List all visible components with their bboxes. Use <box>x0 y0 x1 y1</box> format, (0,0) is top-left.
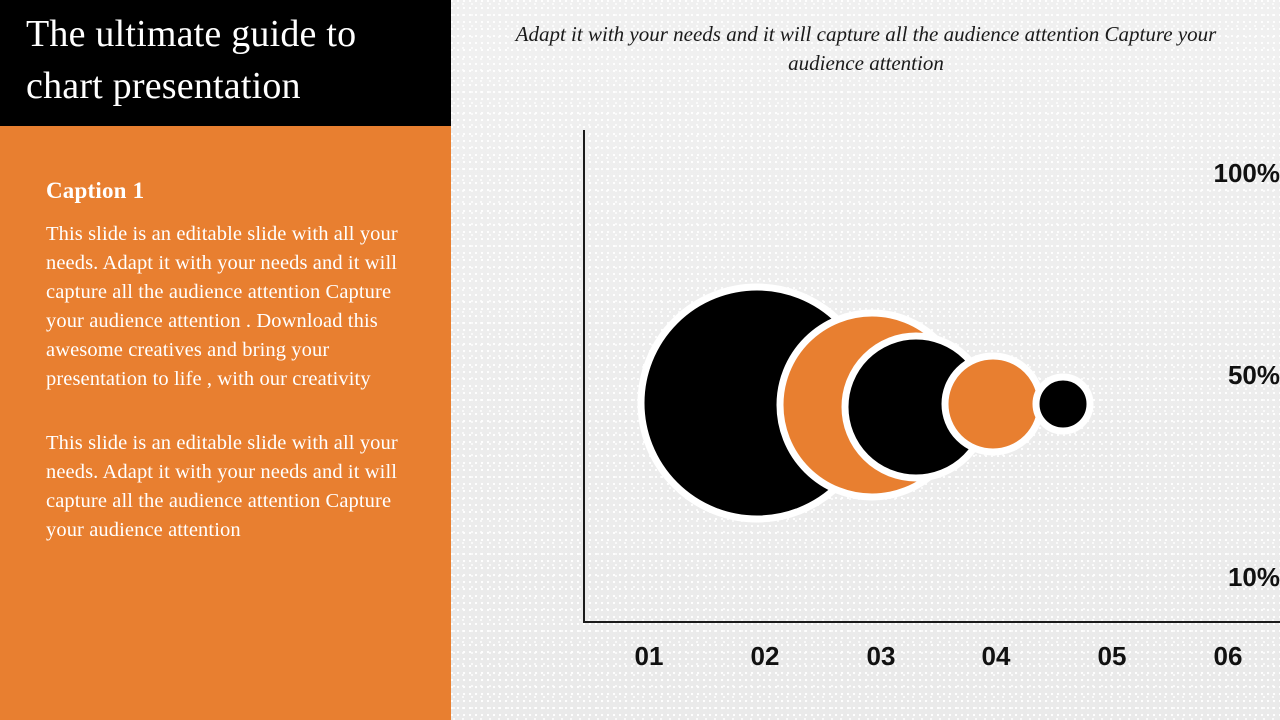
bubble-series <box>637 283 1094 523</box>
bubble-5 <box>1032 373 1094 435</box>
caption-panel: Caption 1 This slide is an editable slid… <box>0 126 451 720</box>
left-column: The ultimate guide to chart presentation… <box>0 0 451 720</box>
chart-area: Adapt it with your needs and it will cap… <box>451 0 1280 720</box>
bubble-4 <box>941 352 1045 456</box>
slide-root: The ultimate guide to chart presentation… <box>0 0 1280 720</box>
caption-heading: Caption 1 <box>46 178 145 203</box>
page-title: The ultimate guide to chart presentation <box>26 13 357 107</box>
title-block: The ultimate guide to chart presentation <box>0 0 451 126</box>
caption-paragraph-1: This slide is an editable slide with all… <box>46 223 398 390</box>
caption-paragraph-2: This slide is an editable slide with all… <box>46 432 398 541</box>
